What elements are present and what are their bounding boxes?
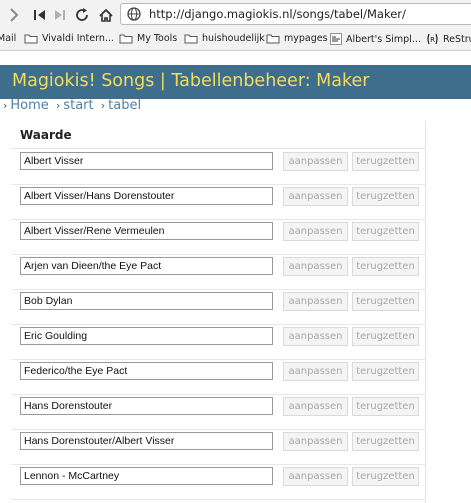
svg-text:R: R [430, 36, 435, 44]
bookmark-label: Albert's Simpl... [346, 33, 421, 45]
rewind-icon[interactable] [30, 5, 50, 25]
edit-button[interactable]: aanpassen [283, 152, 348, 171]
edit-button[interactable]: aanpassen [283, 362, 348, 381]
table-row: aanpassen terugzetten [12, 219, 425, 255]
table-row: aanpassen terugzetten [12, 289, 425, 325]
edit-button[interactable]: aanpassen [283, 292, 348, 311]
reset-button[interactable]: terugzetten [352, 152, 419, 171]
bookmarks-bar: Mail Vivaldi Intern... My Tools huishoud… [0, 30, 471, 51]
home-icon[interactable] [96, 5, 116, 25]
folder-icon [24, 34, 38, 44]
table-row: aanpassen terugzetten [12, 359, 425, 395]
value-table: Waarde aanpassen terugzetten aanpassen t… [12, 121, 426, 503]
bookmark-my-tools[interactable]: My Tools [119, 33, 177, 44]
table-row: aanpassen terugzetten [12, 184, 425, 220]
reset-button[interactable]: terugzetten [352, 187, 419, 206]
reset-button[interactable]: terugzetten [352, 432, 419, 451]
table-row: aanpassen terugzetten [12, 254, 425, 290]
column-header-waarde: Waarde [20, 128, 72, 142]
value-input[interactable] [20, 257, 273, 275]
reset-button[interactable]: terugzetten [352, 257, 419, 276]
url-text: http://django.magiokis.nl/songs/tabel/Ma… [149, 7, 406, 21]
breadcrumb-separator: › [3, 99, 8, 112]
value-input[interactable] [20, 362, 273, 380]
breadcrumb-tabel[interactable]: tabel [108, 98, 141, 113]
breadcrumb-separator: › [100, 99, 106, 112]
reset-button[interactable]: terugzetten [352, 327, 419, 346]
breadcrumb: › Home › start › tabel [0, 98, 141, 113]
site-logo-icon [330, 33, 342, 45]
bookmark-label: Vivaldi Intern... [42, 33, 114, 44]
bookmark-restru[interactable]: R ReStru [426, 33, 471, 45]
bookmark-mypages[interactable]: mypages [266, 33, 328, 44]
bookmark-label: Mail [0, 33, 17, 44]
address-bar[interactable]: http://django.magiokis.nl/songs/tabel/Ma… [120, 3, 471, 25]
folder-icon [119, 34, 133, 44]
value-input[interactable] [20, 152, 273, 170]
value-input[interactable] [20, 187, 273, 205]
browser-toolbar: http://django.magiokis.nl/songs/tabel/Ma… [0, 0, 471, 30]
breadcrumb-start[interactable]: start [63, 98, 93, 113]
bookmark-label: mypages [284, 33, 328, 44]
reset-button[interactable]: terugzetten [352, 467, 419, 486]
globe-icon [127, 7, 141, 21]
restructured-logo-icon: R [427, 33, 438, 45]
bookmark-label: My Tools [137, 33, 178, 44]
value-input[interactable] [20, 397, 273, 415]
bookmark-huishoudelijk[interactable]: huishoudelijk [184, 33, 265, 44]
reload-icon[interactable] [72, 5, 92, 25]
breadcrumb-home[interactable]: Home [10, 98, 48, 113]
page-content: Magiokis! Songs | Tabellenbeheer: Maker … [0, 51, 471, 503]
value-input[interactable] [20, 467, 273, 485]
reset-button[interactable]: terugzetten [352, 222, 419, 241]
bookmark-label: huishoudelijk [202, 33, 265, 44]
fast-forward-icon[interactable] [50, 5, 70, 25]
bookmark-alberts-simpl[interactable]: Albert's Simpl... [330, 33, 421, 45]
table-row: aanpassen terugzetten [12, 464, 425, 500]
edit-button[interactable]: aanpassen [283, 222, 348, 241]
edit-button[interactable]: aanpassen [283, 467, 348, 486]
reset-button[interactable]: terugzetten [352, 397, 419, 416]
bookmark-label: ReStru [443, 33, 471, 45]
edit-button[interactable]: aanpassen [283, 257, 348, 276]
value-input[interactable] [20, 292, 273, 310]
edit-button[interactable]: aanpassen [283, 397, 348, 416]
breadcrumb-separator: › [55, 99, 61, 112]
bookmark-mail[interactable]: Mail [0, 33, 16, 44]
reset-button[interactable]: terugzetten [352, 362, 419, 381]
table-row: aanpassen terugzetten [12, 149, 425, 185]
folder-icon [184, 34, 198, 44]
table-row: aanpassen terugzetten [12, 324, 425, 360]
edit-button[interactable]: aanpassen [283, 432, 348, 451]
value-input[interactable] [20, 432, 273, 450]
page-title: Magiokis! Songs | Tabellenbeheer: Maker [12, 71, 370, 91]
forward-arrow-icon[interactable] [4, 5, 24, 25]
edit-button[interactable]: aanpassen [283, 327, 348, 346]
table-row: aanpassen terugzetten [12, 394, 425, 430]
site-header: Magiokis! Songs | Tabellenbeheer: Maker [0, 65, 471, 99]
value-input[interactable] [20, 222, 273, 240]
bookmark-vivaldi[interactable]: Vivaldi Intern... [24, 33, 114, 44]
edit-button[interactable]: aanpassen [283, 187, 348, 206]
value-input[interactable] [20, 327, 273, 345]
reset-button[interactable]: terugzetten [352, 292, 419, 311]
folder-icon [266, 34, 280, 44]
table-row: aanpassen terugzetten [12, 429, 425, 465]
